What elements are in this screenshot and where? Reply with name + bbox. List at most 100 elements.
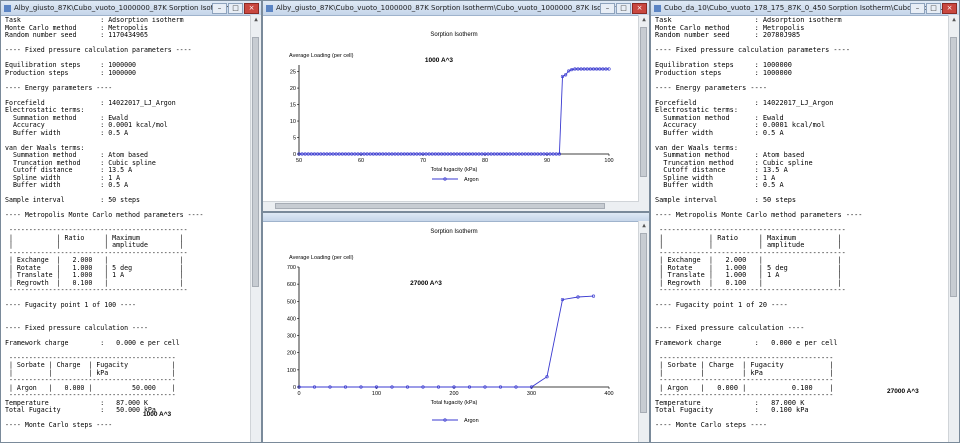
scroll-thumb[interactable] [252,37,259,287]
right-window-titlebar[interactable]: Cubo_da_10\Cubo_vuoto_178_175_87K_0_450 … [651,1,959,16]
y-tick-label: 100 [287,368,296,374]
y-tick-label: 600 [287,282,296,288]
y-tick-label: 300 [287,334,296,340]
output-line: ---- Energy parameters ---- [655,83,768,92]
series-line-argon [299,68,609,155]
x-tick-label: 70 [420,158,426,164]
scroll-up-icon[interactable]: ▲ [949,15,959,24]
output-line: Random number seed : 20780J985 [655,31,801,39]
top-chart-title: Alby_giusto_87K\Cubo_vuoto_1000000_87K S… [276,4,623,12]
legend-label-argon: Argon [464,418,479,424]
bottom-chart-vertical-scrollbar[interactable]: ▲ [638,221,649,442]
x-tick-label: 100 [604,158,613,164]
scroll-thumb[interactable] [640,233,647,413]
top-chart-vertical-scrollbar[interactable]: ▲ [638,15,649,211]
output-line: Total Fugacity : 50.000 kPa [5,406,156,414]
x-tick-label: 50 [296,158,302,164]
output-line: ---- Monte Carlo steps ---- [655,421,768,429]
output-line: ----------------------------------------… [5,286,188,294]
minimize-button[interactable]: – [600,3,615,14]
top-chart-horizontal-scrollbar[interactable] [263,201,639,211]
output-line: Sample interval : 50 steps [655,196,797,204]
x-tick-label: 60 [358,158,364,164]
scroll-up-icon[interactable]: ▲ [639,15,649,24]
minimize-button[interactable]: – [212,3,227,14]
scroll-thumb[interactable] [950,37,957,297]
right-vertical-scrollbar[interactable]: ▲ [948,15,959,442]
x-tick-label: 400 [604,391,613,397]
x-tick-label: 300 [527,391,536,397]
scroll-up-icon[interactable]: ▲ [251,15,261,24]
output-line: ---- Monte Carlo steps ---- [5,421,113,429]
scroll-up-icon[interactable]: ▲ [639,221,649,230]
output-line: ---- Metropolis Monte Carlo method param… [5,211,204,219]
output-line: Buffer width : 0.5 A [5,181,129,189]
x-tick-label: 80 [482,158,488,164]
close-button[interactable]: × [942,3,957,14]
x-tick-label: 0 [297,391,300,397]
y-tick-label: 400 [287,316,296,322]
scroll-thumb[interactable] [640,27,647,177]
output-line: ---- Metropolis Monte Carlo method param… [655,211,863,219]
series-line-argon [299,295,594,388]
isotherm-chart-27000: Sorption Isotherm Average Loading (per ce… [287,229,614,424]
y-tick-label: 700 [287,265,296,271]
isotherm-chart-1000: Sorption Isotherm Average Loading (per ce… [289,32,614,183]
output-line: ---- Energy parameters ---- [5,83,113,92]
maximize-button[interactable]: □ [228,3,243,14]
legend-label-argon: Argon [464,177,479,183]
y-tick-label: 25 [290,70,296,76]
y-tick-label: 15 [290,103,296,109]
output-line: Total Fugacity : 0.100 kPa [655,406,809,414]
y-axis-label: Average Loading (per cell) [289,255,354,261]
x-axis-label: Total fugacity (kPa) [431,400,478,406]
output-line: ---- Fixed pressure calculation ---- [5,323,148,332]
output-line: Framework charge : 0.000 e per cell [655,338,838,347]
output-line: Framework charge : 0.000 e per cell [5,338,180,347]
scroll-thumb[interactable] [275,203,605,209]
top-chart-window: Alby_giusto_87K\Cubo_vuoto_1000000_87K S… [262,0,650,212]
output-line: Buffer width : 0.5 A [655,128,784,137]
x-tick-label: 200 [449,391,458,397]
y-tick-label: 20 [290,86,296,92]
x-tick-label: 90 [544,158,550,164]
left-overlay-label: 1000 A^3 [143,411,172,418]
bottom-chart-window: Sorption Isotherm Average Loading (per ce… [262,212,650,443]
output-line: Production steps : 1000000 [5,68,137,77]
chart-title: Sorption Isotherm [430,229,477,235]
output-line: ---- Fixed pressure calculation paramete… [5,46,192,54]
right-overlay-label: 27000 A^3 [887,388,919,395]
chart-title: Sorption Isotherm [430,32,477,38]
output-line: Production steps : 1000000 [655,68,792,77]
output-line: Buffer width : 0.5 A [5,128,129,137]
close-button[interactable]: × [244,3,259,14]
output-line: Buffer width : 0.5 A [655,181,784,189]
output-line: ---- Fixed pressure calculation paramete… [655,46,850,54]
window-icon [654,4,661,12]
y-tick-label: 0 [293,152,296,158]
y-tick-label: 5 [293,136,296,142]
y-tick-label: 200 [287,351,296,357]
output-line: ----------------------------------------… [655,286,846,294]
left-output-window: Alby_giusto_87K\Cubo_vuoto_1000000_87K S… [0,0,262,443]
left-output-text: Task : Adsorption isotherm Monte Carlo me… [5,17,250,440]
output-line: ---- Fugacity point 1 of 100 ---- [5,301,137,309]
y-tick-label: 500 [287,299,296,305]
window-icon [4,4,11,12]
maximize-button[interactable]: □ [616,3,631,14]
left-vertical-scrollbar[interactable]: ▲ [250,15,261,442]
left-window-titlebar[interactable]: Alby_giusto_87K\Cubo_vuoto_1000000_87K S… [1,1,261,16]
minimize-button[interactable]: – [910,3,925,14]
y-tick-label: 0 [293,385,296,391]
output-line: Random number seed : 1170434965 [5,31,148,39]
left-window-title: Alby_giusto_87K\Cubo_vuoto_1000000_87K S… [14,4,246,12]
output-line: ---- Fugacity point 1 of 20 ---- [655,301,788,309]
output-line: ---- Fixed pressure calculation ---- [655,323,805,332]
maximize-button[interactable]: □ [926,3,941,14]
close-button[interactable]: × [632,3,647,14]
top-chart-titlebar[interactable]: Alby_giusto_87K\Cubo_vuoto_1000000_87K S… [263,1,649,16]
window-icon [266,4,273,12]
right-output-window: Cubo_da_10\Cubo_vuoto_178_175_87K_0_450 … [650,0,960,443]
